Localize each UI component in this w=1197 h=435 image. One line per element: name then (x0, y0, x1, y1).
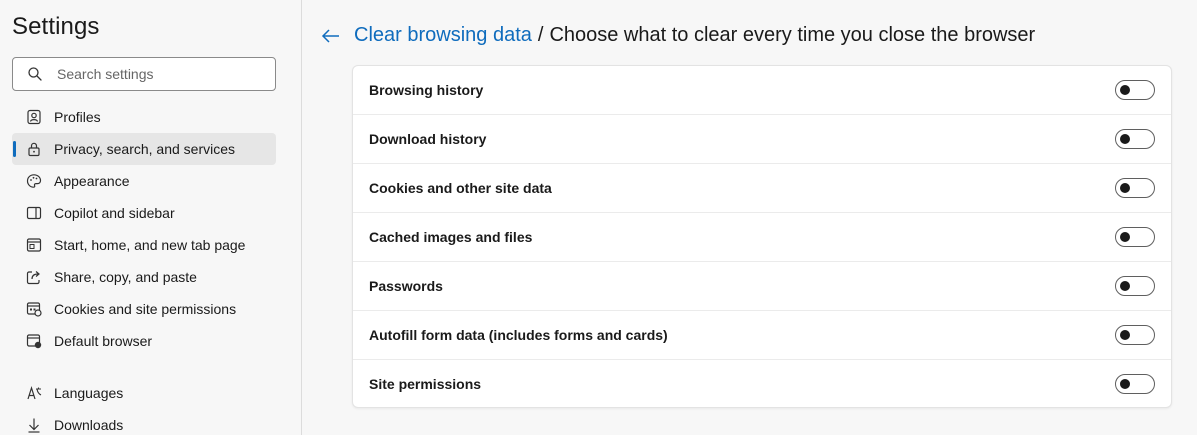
cookies-icon (26, 301, 42, 317)
profile-icon (26, 109, 42, 125)
option-label: Download history (369, 131, 487, 147)
sidebar-item-label: Start, home, and new tab page (54, 237, 246, 253)
option-label: Cached images and files (369, 229, 533, 245)
passwords-toggle[interactable] (1115, 276, 1155, 296)
sidebar-item-label: Languages (54, 385, 124, 401)
breadcrumb-separator: / (537, 24, 544, 46)
sidebar: Settings Profiles Privacy, search, and s… (0, 0, 302, 435)
sidebar-item-share[interactable]: Share, copy, and paste (12, 261, 276, 293)
download-icon (26, 417, 42, 433)
option-row-site-permissions: Site permissions (353, 360, 1171, 407)
browser-icon (26, 333, 42, 349)
option-row-passwords: Passwords (353, 262, 1171, 311)
option-row-autofill: Autofill form data (includes forms and c… (353, 311, 1171, 360)
search-box[interactable] (12, 57, 276, 91)
option-label: Cookies and other site data (369, 180, 552, 196)
option-label: Browsing history (369, 82, 484, 98)
toggle-knob (1120, 232, 1130, 242)
toggle-knob (1120, 281, 1130, 291)
toggle-knob (1120, 378, 1130, 389)
sidebar-item-label: Downloads (54, 417, 124, 433)
page-title: Choose what to clear every time you clos… (549, 24, 1036, 46)
search-input[interactable] (57, 66, 257, 82)
home-icon (26, 237, 42, 253)
sidebar-item-cookies[interactable]: Cookies and site permissions (12, 293, 276, 325)
sidebar-item-label: Default browser (54, 333, 153, 349)
clear-on-close-card: Browsing history Download history Cookie… (352, 65, 1172, 408)
sidebar-title: Settings (12, 13, 100, 40)
sidebar-nav: Profiles Privacy, search, and services A… (12, 101, 276, 435)
toggle-knob (1120, 134, 1130, 144)
toggle-knob (1120, 183, 1130, 193)
option-label: Site permissions (369, 375, 482, 392)
sidebar-item-privacy[interactable]: Privacy, search, and services (12, 133, 276, 165)
sidebar-icon (26, 205, 42, 221)
share-icon (26, 269, 42, 285)
option-row-cookies: Cookies and other site data (353, 164, 1171, 213)
autofill-toggle[interactable] (1115, 325, 1155, 345)
sidebar-item-label: Share, copy, and paste (54, 269, 197, 285)
settings-window: Settings Profiles Privacy, search, and s… (0, 0, 1197, 435)
toggle-knob (1120, 85, 1130, 95)
site-permissions-toggle[interactable] (1115, 373, 1155, 394)
download-history-toggle[interactable] (1115, 129, 1155, 149)
nav-gap (12, 357, 276, 377)
option-row-cached-images: Cached images and files (353, 213, 1171, 262)
sidebar-item-label: Appearance (54, 173, 130, 189)
sidebar-item-default-browser[interactable]: Default browser (12, 325, 276, 357)
breadcrumb-link[interactable]: Clear browsing data (354, 24, 532, 47)
option-row-browsing-history: Browsing history (353, 66, 1171, 115)
sidebar-item-start-home[interactable]: Start, home, and new tab page (12, 229, 276, 261)
browsing-history-toggle[interactable] (1115, 80, 1155, 100)
languages-icon (26, 385, 42, 401)
toggle-knob (1120, 330, 1130, 340)
sidebar-item-copilot[interactable]: Copilot and sidebar (12, 197, 276, 229)
cookies-toggle[interactable] (1115, 178, 1155, 198)
page-header: Clear browsing data / Choose what to cle… (320, 24, 1035, 47)
sidebar-item-downloads[interactable]: Downloads (12, 409, 276, 435)
sidebar-item-label: Cookies and site permissions (54, 301, 237, 317)
option-label: Autofill form data (includes forms and c… (369, 327, 668, 343)
option-row-download-history: Download history (353, 115, 1171, 164)
sidebar-item-profiles[interactable]: Profiles (12, 101, 276, 133)
lock-icon (26, 141, 42, 157)
palette-icon (26, 173, 42, 189)
sidebar-item-languages[interactable]: Languages (12, 377, 276, 409)
sidebar-item-appearance[interactable]: Appearance (12, 165, 276, 197)
option-label: Passwords (369, 278, 443, 294)
sidebar-item-label: Profiles (54, 109, 101, 125)
sidebar-item-label: Copilot and sidebar (54, 205, 175, 221)
sidebar-item-label: Privacy, search, and services (54, 141, 236, 157)
back-arrow-icon[interactable] (320, 25, 342, 47)
main-content: Clear browsing data / Choose what to cle… (302, 0, 1197, 435)
cached-images-toggle[interactable] (1115, 227, 1155, 247)
search-icon (27, 66, 43, 82)
